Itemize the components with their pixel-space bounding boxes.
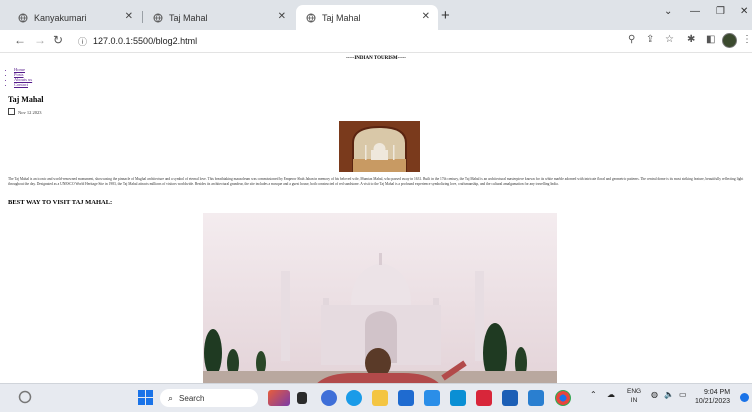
close-tab-icon[interactable]: ✕ [125,11,133,22]
windows-start-icon[interactable] [138,390,153,405]
widget-app-icon[interactable] [268,390,290,406]
address-bar[interactable]: ⓘ 127.0.0.1:5500/blog2.html [74,33,674,49]
windows-taskbar: ⌕ Search ⌃ ☁ ENG IN ◍ 🔈 ▭ 9:04 PM 10/21/… [0,383,752,412]
minimize-icon[interactable]: — [690,6,700,17]
file-explorer-icon[interactable] [372,390,388,406]
language-code: ENG [627,388,642,395]
post-date: Nov 12 2023 [8,108,42,115]
wifi-icon[interactable]: ◍ [651,390,658,399]
cloud-icon[interactable]: ☁ [607,390,615,399]
vscode-icon[interactable] [528,390,544,406]
weather-icon[interactable] [18,390,32,404]
post-date-text: Nov 12 2023 [18,110,42,115]
system-clock[interactable]: 9:04 PM 10/21/2023 [695,388,730,406]
taskbar-search[interactable]: ⌕ Search [160,389,258,407]
new-tab-button[interactable]: + [441,7,450,24]
tab-title: Taj Mahal [322,12,361,23]
task-view-icon[interactable] [297,392,307,404]
back-icon[interactable]: ← [14,33,26,47]
url-text: 127.0.0.1:5500/blog2.html [93,36,198,46]
browser-tab-strip: Kanyakumari ✕ Taj Mahal ✕ Taj Mahal ✕ + … [0,0,752,30]
tray-overflow-icon[interactable]: ⌃ [590,390,597,399]
site-header: -----INDIAN TOURISM----- [346,56,406,61]
tab-taj-mahal-active[interactable]: Taj Mahal ✕ [296,5,438,30]
zoom-icon[interactable]: ⚲ [628,34,635,45]
tab-kanyakumari[interactable]: Kanyakumari ✕ [8,5,141,30]
taj-arch-thumbnail [339,121,420,172]
browser-toolbar: ← → ↻ ⓘ 127.0.0.1:5500/blog2.html ⚲ ⇪ ☆ … [0,30,752,53]
menu-icon[interactable]: ⋮ [742,34,752,45]
globe-icon [306,13,316,22]
tab-title: Kanyakumari [34,12,87,23]
chrome-icon[interactable] [555,390,571,406]
site-info-icon[interactable]: ⓘ [78,35,87,48]
close-window-icon[interactable]: ✕ [740,6,748,17]
profile-avatar[interactable] [722,33,737,48]
clock-date: 10/21/2023 [695,398,731,405]
word-icon[interactable] [502,390,518,406]
tab-search-icon[interactable]: ⌄ [664,6,672,17]
store-icon[interactable] [398,390,414,406]
search-icon: ⌕ [168,392,174,403]
extensions-icon[interactable]: ✱ [687,34,695,45]
tab-title: Taj Mahal [169,12,208,23]
web-page: -----INDIAN TOURISM----- Home Posts Abou… [0,53,752,383]
bookmark-star-icon[interactable]: ☆ [665,34,674,45]
taj-mahal-photo [203,213,557,383]
region-code: IN [630,397,638,404]
nav-link-contact[interactable]: Contact [14,82,32,87]
close-tab-icon[interactable]: ✕ [422,11,430,22]
section-heading: BEST WAY TO VISIT TAJ MAHAL: [8,199,113,206]
globe-icon [18,13,28,22]
clock-time: 9:04 PM [703,389,731,396]
close-tab-icon[interactable]: ✕ [278,11,286,22]
volume-icon[interactable]: 🔈 [664,390,674,399]
app-icon[interactable] [424,390,440,406]
search-placeholder: Search [179,393,205,403]
post-paragraph: The Taj Mahal is an iconic and world-ren… [8,177,744,186]
tab-taj-mahal[interactable]: Taj Mahal ✕ [143,5,294,30]
chat-app-icon[interactable] [321,390,337,406]
language-indicator[interactable]: ENG IN [627,387,641,405]
app-icon[interactable] [450,390,466,406]
battery-icon[interactable]: ▭ [679,390,687,399]
reload-icon[interactable]: ↻ [53,33,63,47]
share-icon[interactable]: ⇪ [646,34,654,45]
globe-icon [153,13,163,22]
post-title: Taj Mahal [8,95,44,104]
edge-icon[interactable] [346,390,362,406]
side-panel-icon[interactable]: ◧ [706,34,715,45]
security-app-icon[interactable] [476,390,492,406]
forward-icon[interactable]: → [34,33,46,47]
restore-icon[interactable]: ❐ [716,6,725,17]
calendar-icon [8,108,15,115]
notification-badge[interactable] [740,393,749,402]
site-nav: Home Posts Abouts us Contact [8,67,32,87]
